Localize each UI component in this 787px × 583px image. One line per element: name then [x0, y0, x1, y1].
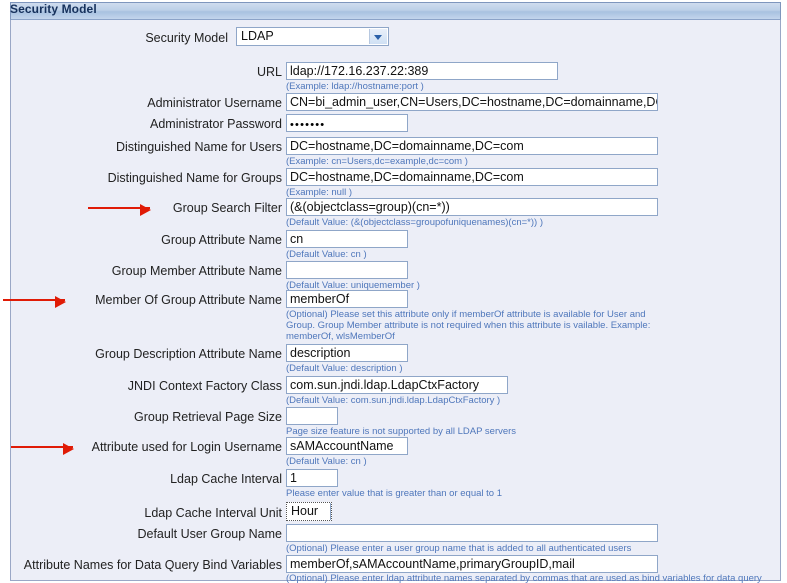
ldap-cache-interval-unit-select[interactable]: Hour: [286, 502, 332, 521]
group-attribute-name-input[interactable]: cn: [286, 230, 408, 248]
label-url: URL: [256, 65, 282, 79]
jndi-context-factory-class-input[interactable]: com.sun.jndi.ldap.LdapCtxFactory: [286, 376, 508, 394]
default-user-group-name-input[interactable]: [286, 524, 658, 542]
annotation-arrow-member-of-group-attribute-name: [3, 295, 66, 308]
ldap-cache-interval-input[interactable]: 1: [286, 469, 338, 487]
label-default-user-group-name: Default User Group Name: [137, 527, 282, 541]
attribute-names-for-data-query-bind-variables-input[interactable]: memberOf,sAMAccountName,primaryGroupID,m…: [286, 555, 658, 573]
label-ldap-cache-interval-unit: Ldap Cache Interval Unit: [144, 506, 282, 520]
hint-group-retrieval-page-size: Page size feature is not supported by al…: [286, 426, 517, 437]
label-distinguished-name-for-users: Distinguished Name for Users: [115, 140, 282, 154]
group-member-attribute-name-input[interactable]: [286, 261, 408, 279]
label-ldap-cache-interval: Ldap Cache Interval: [170, 472, 282, 486]
label-administrator-username: Administrator Username: [147, 96, 282, 110]
label-group-member-attribute-name: Group Member Attribute Name: [111, 264, 282, 278]
security-model-select[interactable]: LDAP: [236, 27, 389, 46]
label-administrator-password: Administrator Password: [150, 117, 282, 131]
hint-default-user-group-name: (Optional) Please enter a user group nam…: [286, 543, 632, 554]
security-model-select-value: LDAP: [241, 29, 274, 43]
hint-group-attribute-name: (Default Value: cn ): [286, 249, 367, 260]
group-description-attribute-name-input[interactable]: description: [286, 344, 408, 362]
label-group-retrieval-page-size: Group Retrieval Page Size: [134, 410, 282, 424]
group-search-filter-input[interactable]: (&(objectclass=group)(cn=*)): [286, 198, 658, 216]
label-jndi-context-factory-class: JNDI Context Factory Class: [127, 379, 282, 393]
hint-attribute-names-for-data-query-bind-variables: (Optional) Please enter ldap attribute n…: [286, 573, 762, 583]
label-group-description-attribute-name: Group Description Attribute Name: [95, 347, 282, 361]
administrator-password-input[interactable]: •••••••: [286, 114, 408, 132]
hint-attribute-used-for-login-username: (Default Value: cn ): [286, 456, 367, 467]
hint-distinguished-name-for-groups: (Example: null ): [286, 187, 352, 198]
chevron-down-icon[interactable]: [369, 29, 387, 44]
distinguished-name-for-users-input[interactable]: DC=hostname,DC=domainname,DC=com: [286, 137, 658, 155]
panel-header: [10, 2, 781, 20]
hint-distinguished-name-for-users: (Example: cn=Users,dc=example,dc=com ): [286, 156, 468, 167]
label-distinguished-name-for-groups: Distinguished Name for Groups: [107, 171, 282, 185]
security-model-page: Security Model Security Model LDAP URL l…: [0, 0, 787, 583]
administrator-username-input[interactable]: CN=bi_admin_user,CN=Users,DC=hostname,DC…: [286, 93, 658, 111]
hint-jndi-context-factory-class: (Default Value: com.sun.jndi.ldap.LdapCt…: [286, 395, 501, 406]
hint-member-of-group-attribute-name: (Optional) Please set this attribute onl…: [286, 309, 651, 342]
label-member-of-group-attribute-name: Member Of Group Attribute Name: [95, 293, 282, 307]
page-title: Security Model: [10, 2, 97, 16]
group-retrieval-page-size-input[interactable]: [286, 407, 338, 425]
hint-ldap-cache-interval: Please enter value that is greater than …: [286, 488, 502, 499]
attribute-used-for-login-username-input[interactable]: sAMAccountName: [286, 437, 408, 455]
label-attribute-used-for-login-username: Attribute used for Login Username: [91, 440, 282, 454]
hint-group-description-attribute-name: (Default Value: description ): [286, 363, 403, 374]
label-group-search-filter: Group Search Filter: [172, 201, 282, 215]
url-input[interactable]: ldap://172.16.237.22:389: [286, 62, 558, 80]
label-group-attribute-name: Group Attribute Name: [161, 233, 282, 247]
label-attribute-names-for-data-query-bind-variables: Attribute Names for Data Query Bind Vari…: [23, 558, 282, 572]
hint-group-search-filter: (Default Value: (&(objectclass=groupofun…: [286, 217, 543, 228]
member-of-group-attribute-name-input[interactable]: memberOf: [286, 290, 408, 308]
hint-url: (Example: ldap://hostname:port ): [286, 81, 424, 92]
chevron-down-icon[interactable]: [330, 503, 331, 520]
ldap-cache-interval-unit-value: Hour: [291, 504, 319, 518]
distinguished-name-for-groups-input[interactable]: DC=hostname,DC=domainname,DC=com: [286, 168, 658, 186]
label-security-model: Security Model: [145, 31, 228, 45]
